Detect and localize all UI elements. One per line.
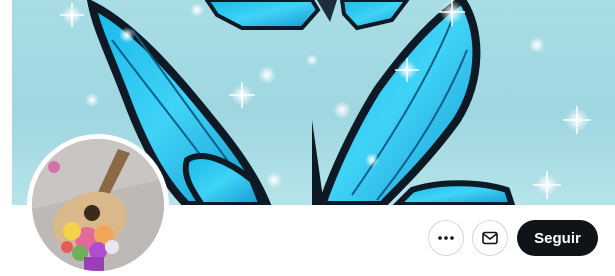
follow-button[interactable]: Seguir bbox=[517, 220, 598, 256]
guitar-with-flowers-icon bbox=[32, 139, 164, 271]
envelope-icon bbox=[482, 231, 498, 245]
profile-avatar[interactable] bbox=[27, 134, 169, 276]
message-button[interactable] bbox=[472, 220, 508, 256]
avatar-image bbox=[32, 139, 164, 271]
more-horizontal-icon bbox=[438, 236, 454, 240]
more-options-button[interactable] bbox=[428, 220, 464, 256]
